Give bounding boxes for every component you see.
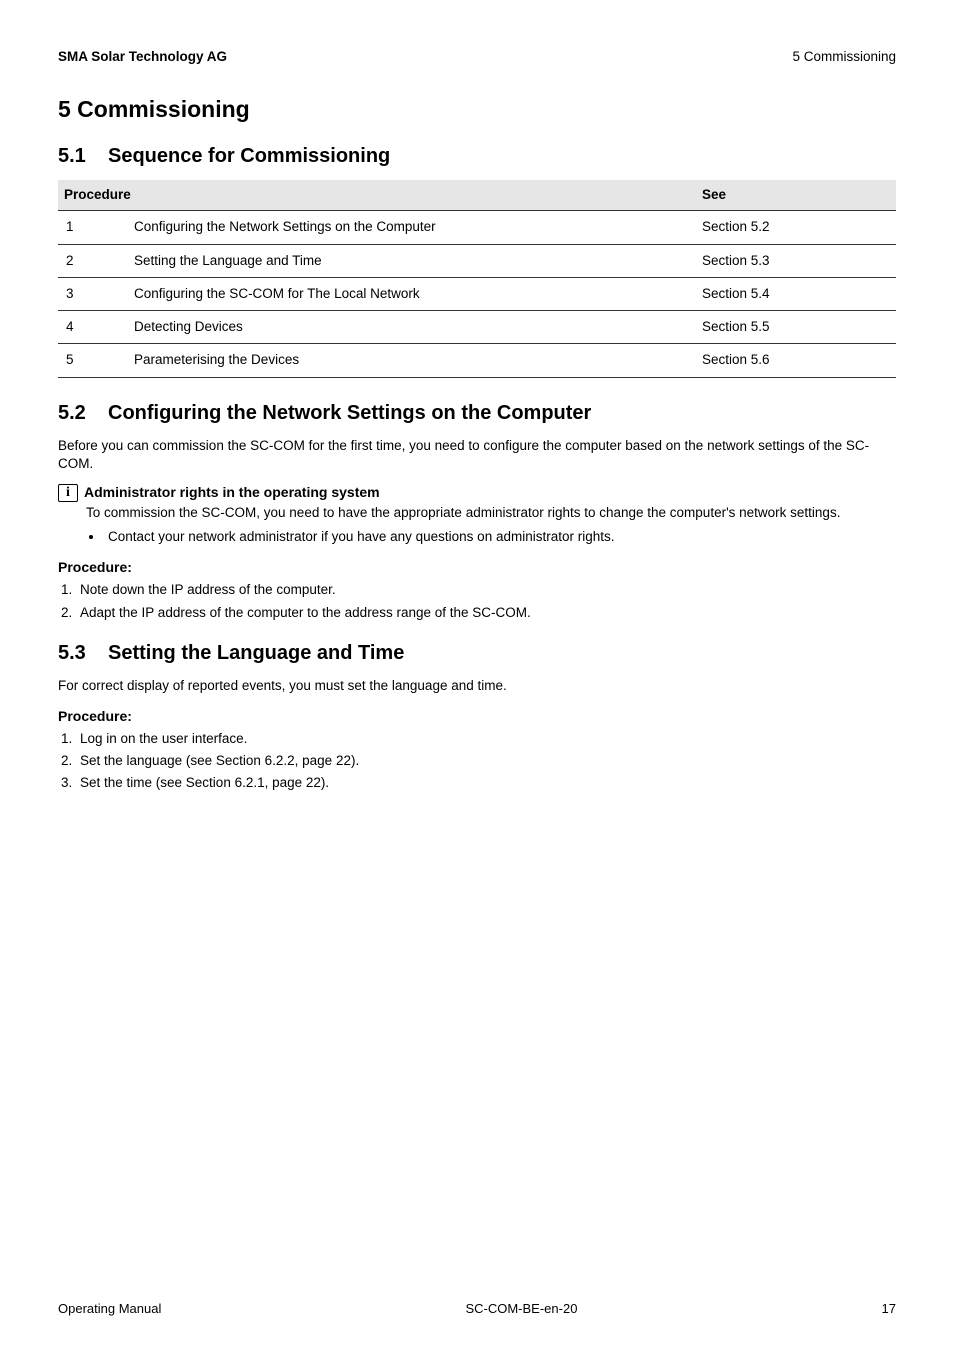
section-5-1-heading: 5.1Sequence for Commissioning <box>58 143 896 170</box>
running-header: SMA Solar Technology AG 5 Commissioning <box>58 48 896 66</box>
row-see: Section 5.2 <box>696 211 896 244</box>
row-desc: Configuring the SC-COM for The Local Net… <box>128 277 696 310</box>
row-number: 5 <box>58 344 128 377</box>
header-company: SMA Solar Technology AG <box>58 48 227 66</box>
row-number: 4 <box>58 311 128 344</box>
footer-left: Operating Manual <box>58 1300 161 1318</box>
section-5-3-heading: 5.3Setting the Language and Time <box>58 640 896 667</box>
intro-paragraph: For correct display of reported events, … <box>58 677 896 695</box>
row-see: Section 5.6 <box>696 344 896 377</box>
procedure-steps: Note down the IP address of the computer… <box>76 581 896 621</box>
section-number: 5.1 <box>58 143 108 170</box>
row-desc: Setting the Language and Time <box>128 244 696 277</box>
section-title: Setting the Language and Time <box>108 642 404 664</box>
step-item: Log in on the user interface. <box>76 730 896 748</box>
procedure-steps: Log in on the user interface. Set the la… <box>76 730 896 793</box>
table-row: 5 Parameterising the Devices Section 5.6 <box>58 344 896 377</box>
row-see: Section 5.3 <box>696 244 896 277</box>
step-item: Set the language (see Section 6.2.2, pag… <box>76 752 896 770</box>
row-desc: Parameterising the Devices <box>128 344 696 377</box>
row-desc: Configuring the Network Settings on the … <box>128 211 696 244</box>
step-item: Adapt the IP address of the computer to … <box>76 604 896 622</box>
section-number: 5.2 <box>58 400 108 427</box>
info-title: Administrator rights in the operating sy… <box>84 483 380 502</box>
procedure-table: Procedure See 1 Configuring the Network … <box>58 180 896 377</box>
intro-paragraph: Before you can commission the SC-COM for… <box>58 437 896 473</box>
procedure-label: Procedure: <box>58 707 896 726</box>
col-procedure: Procedure <box>58 180 696 211</box>
table-row: 3 Configuring the SC-COM for The Local N… <box>58 277 896 310</box>
table-row: 1 Configuring the Network Settings on th… <box>58 211 896 244</box>
info-body-text: To commission the SC-COM, you need to ha… <box>86 504 896 522</box>
procedure-label: Procedure: <box>58 558 896 577</box>
info-note: i Administrator rights in the operating … <box>58 483 896 546</box>
row-see: Section 5.4 <box>696 277 896 310</box>
chapter-title: 5 Commissioning <box>58 94 896 125</box>
row-number: 2 <box>58 244 128 277</box>
section-number: 5.3 <box>58 640 108 667</box>
info-bullet: Contact your network administrator if yo… <box>104 528 896 546</box>
table-row: 4 Detecting Devices Section 5.5 <box>58 311 896 344</box>
info-icon: i <box>58 484 78 502</box>
row-number: 1 <box>58 211 128 244</box>
running-footer: Operating Manual SC-COM-BE-en-20 17 <box>58 1300 896 1318</box>
row-see: Section 5.5 <box>696 311 896 344</box>
col-see: See <box>696 180 896 211</box>
footer-center: SC-COM-BE-en-20 <box>465 1300 577 1318</box>
table-row: 2 Setting the Language and Time Section … <box>58 244 896 277</box>
row-desc: Detecting Devices <box>128 311 696 344</box>
footer-page-number: 17 <box>882 1300 896 1318</box>
row-number: 3 <box>58 277 128 310</box>
section-title: Sequence for Commissioning <box>108 145 390 167</box>
header-chapter: 5 Commissioning <box>792 48 896 66</box>
section-5-2-heading: 5.2Configuring the Network Settings on t… <box>58 400 896 427</box>
section-title: Configuring the Network Settings on the … <box>108 402 591 424</box>
step-item: Note down the IP address of the computer… <box>76 581 896 599</box>
step-item: Set the time (see Section 6.2.1, page 22… <box>76 774 896 792</box>
